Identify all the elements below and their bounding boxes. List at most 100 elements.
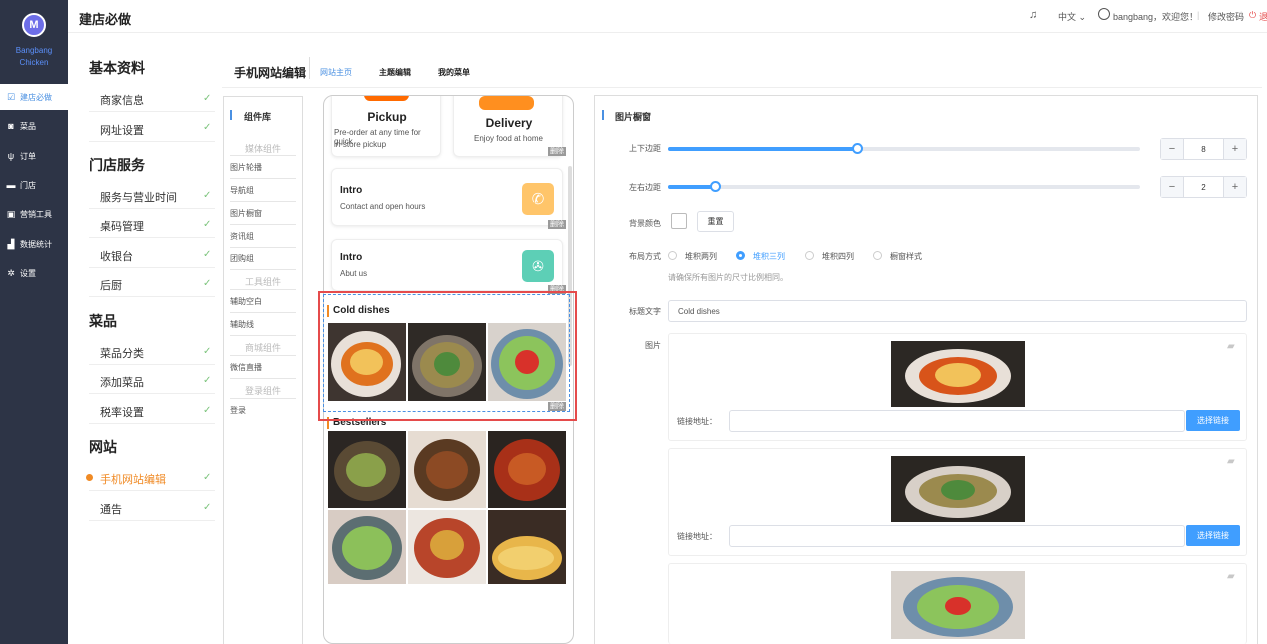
pickup-card[interactable]: Pickup Pre-order at any time for quick i… [331,96,441,157]
layout-radio-showcase[interactable] [873,251,882,260]
change-password-link[interactable]: 修改密码 [1208,10,1244,23]
nav-item-setup[interactable]: ☑ 建店必做 [0,84,68,110]
select-link-button[interactable]: 选择链接 [1186,410,1240,431]
component-spacer[interactable]: 辅助空白 [230,296,262,307]
divider [89,520,215,521]
nav-item-stats[interactable]: ▟ 数据统计 [0,231,68,257]
vertical-margin-stepper[interactable]: −8 + [1160,138,1247,160]
image-preview [891,571,1025,639]
trash-icon[interactable]: ▰ [1227,571,1237,582]
minus-button[interactable]: − [1161,177,1183,197]
sidebar-item-tax[interactable]: 税率设置 [100,404,144,420]
link-address-input[interactable] [729,525,1185,547]
reset-button[interactable]: 重置 [697,211,734,232]
component-wechat-live[interactable]: 微信直播 [230,362,262,373]
background-color-swatch[interactable] [671,213,687,229]
nav-item-store[interactable]: ▬ 门店 [0,172,68,198]
active-dot [86,474,93,481]
title-text-input[interactable]: Cold dishes [668,300,1247,322]
divider [89,296,215,297]
pickup-desc-line2: in-store pickup [334,140,387,149]
delete-button[interactable]: 删除 [548,147,566,156]
tab-my-menu[interactable]: 我的菜单 [438,67,470,78]
tab-theme[interactable]: 主题编辑 [379,67,411,78]
stepper-value[interactable]: 8 [1183,139,1224,159]
nav-item-label: 数据统计 [20,239,52,249]
select-link-button[interactable]: 选择链接 [1186,525,1240,546]
sidebar-item-kitchen[interactable]: 后厨 [100,277,122,293]
cutlery-icon: ✇ [522,250,554,282]
sidebar-item-add-dish[interactable]: 添加菜品 [100,374,144,390]
minus-button[interactable]: − [1161,139,1183,159]
link-address-input[interactable] [729,410,1185,432]
nav-item-label: 门店 [20,180,36,190]
sidebar-item-table-codes[interactable]: 桌码管理 [100,218,144,234]
intro-desc: Contact and open hours [340,202,426,211]
user-avatar-icon[interactable] [1098,8,1110,20]
slider-fill [668,185,715,189]
nav-item-settings[interactable]: ✲ 设置 [0,260,68,286]
user-greeting: bangbang，欢迎您！ [1113,12,1199,22]
logout-link[interactable]: 退 [1259,10,1267,23]
component-image-showcase[interactable]: 图片橱窗 [230,208,262,219]
tab-home[interactable]: 网站主页 [320,67,352,78]
nav-item-dishes[interactable]: ◙ 菜品 [0,113,68,139]
sidebar-item-service-hours[interactable]: 服务与营业时间 [100,189,177,205]
nav-item-orders[interactable]: ψ 订单 [0,143,68,169]
divider [89,237,215,238]
intro-card-contact[interactable]: Intro Contact and open hours ✆ [331,168,563,226]
delete-button[interactable]: 删除 [548,220,566,229]
horizontal-margin-stepper[interactable]: −2 + [1160,176,1247,198]
slider-handle[interactable] [852,143,863,154]
food-image[interactable] [488,431,566,508]
divider [89,364,215,365]
power-icon[interactable]: ⏻ [1249,10,1256,21]
field-label: 标题文字 [629,307,661,316]
food-image[interactable] [328,510,406,584]
food-image[interactable] [488,510,566,584]
check-icon: ✓ [203,472,212,483]
trash-icon[interactable]: ▰ [1227,456,1237,467]
pickup-title: Pickup [367,110,407,124]
library-section-header: 媒体组件 [244,144,281,154]
sidebar-item-url-settings[interactable]: 网址设置 [100,122,144,138]
intro-card-about[interactable]: Intro Abut us ✇ [331,239,563,291]
layout-radio-2col[interactable] [668,251,677,260]
check-icon: ✓ [203,346,212,357]
library-section-header: 工具组件 [244,277,281,287]
divider [89,141,215,142]
radio-label: 堆积四列 [822,252,854,261]
food-image[interactable] [408,431,486,508]
component-nav-group[interactable]: 导航组 [230,185,254,196]
component-news-group[interactable]: 资讯组 [230,231,254,242]
component-divider-line[interactable]: 辅助线 [230,319,254,330]
sidebar-item-cashier[interactable]: 收银台 [100,248,133,264]
divider [230,178,296,179]
nav-item-marketing[interactable]: ▣ 营销工具 [0,201,68,227]
slider-handle[interactable] [710,181,721,192]
language-select[interactable]: 中文 ⌄ [1058,10,1086,23]
component-carousel[interactable]: 图片轮播 [230,162,262,173]
delivery-card[interactable]: Delivery Enjoy food at home [453,96,563,157]
link-address-label: 链接地址： [677,417,717,426]
layout-radio-4col[interactable] [805,251,814,260]
food-image[interactable] [328,431,406,508]
sidebar-item-merchant-info[interactable]: 商家信息 [100,92,144,108]
layout-radio-3col[interactable] [736,251,745,260]
component-login[interactable]: 登录 [230,405,246,416]
divider [89,423,215,424]
trash-icon[interactable]: ▰ [1227,341,1237,352]
plus-button[interactable]: + [1224,139,1246,159]
bell-icon[interactable]: ♫ [1029,9,1037,21]
sidebar-item-mobile-site[interactable]: 手机网站编辑 [100,471,166,487]
stepper-value[interactable]: 2 [1183,177,1224,197]
food-image[interactable] [408,510,486,584]
check-icon: ✓ [203,190,212,201]
plus-button[interactable]: + [1224,177,1246,197]
sidebar-item-notice[interactable]: 通告 [100,501,122,517]
sidebar-item-categories[interactable]: 菜品分类 [100,345,144,361]
check-icon: ✓ [203,122,212,133]
component-group-buy[interactable]: 团购组 [230,253,254,264]
horizontal-margin-slider[interactable] [668,185,1140,189]
check-icon: ✓ [203,405,212,416]
